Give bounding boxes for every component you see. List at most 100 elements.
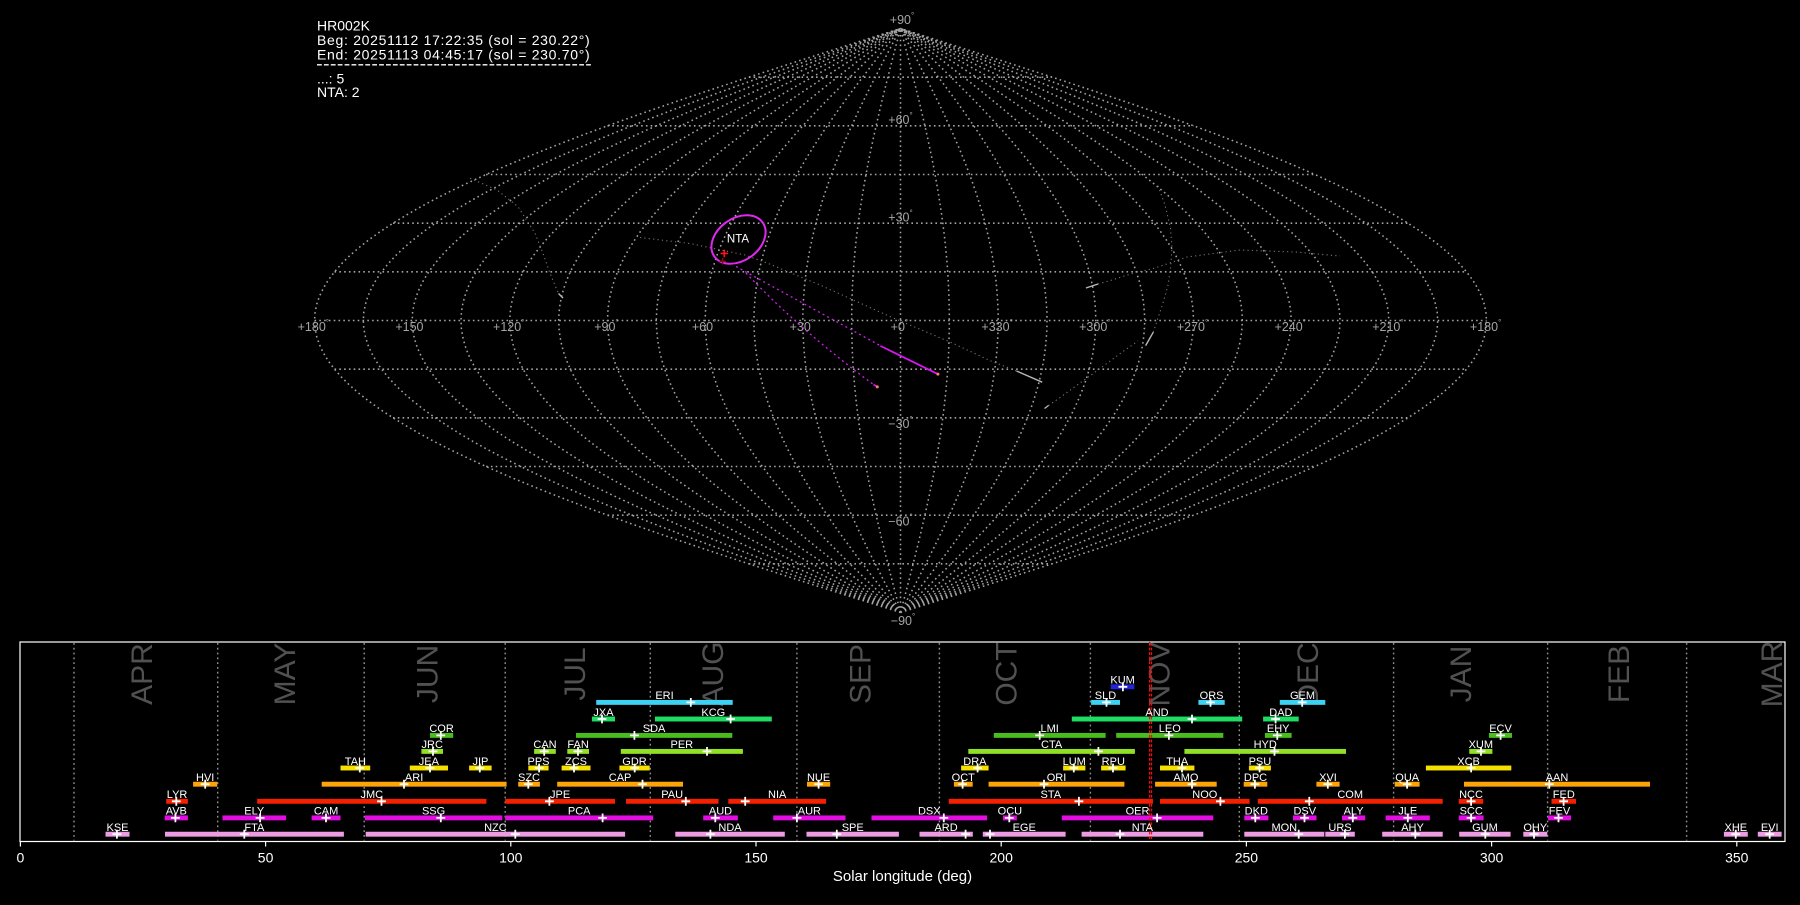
- svg-text:Solar longitude (deg): Solar longitude (deg): [833, 868, 972, 885]
- svg-text:+120°: +120°: [493, 318, 524, 334]
- svg-text:MAR: MAR: [1756, 641, 1789, 708]
- svg-text:GEM: GEM: [1290, 690, 1315, 702]
- svg-text:ZCS: ZCS: [565, 756, 587, 768]
- svg-text:AVB: AVB: [166, 806, 187, 818]
- svg-text:COR: COR: [429, 723, 454, 735]
- svg-text:LEO: LEO: [1159, 723, 1181, 735]
- svg-text:ARD: ARD: [934, 822, 957, 834]
- svg-text:APR: APR: [126, 643, 159, 705]
- svg-text:CAP: CAP: [609, 772, 632, 784]
- svg-text:LUM: LUM: [1063, 756, 1086, 768]
- svg-text:NIA: NIA: [768, 789, 787, 801]
- svg-text:HVI: HVI: [196, 772, 214, 784]
- svg-text:350: 350: [1725, 850, 1749, 866]
- svg-text:PER: PER: [670, 739, 693, 751]
- svg-text:NOV: NOV: [1144, 641, 1177, 706]
- svg-text:CTA: CTA: [1041, 739, 1063, 751]
- svg-text:AAN: AAN: [1546, 772, 1569, 784]
- svg-text:50: 50: [258, 850, 274, 866]
- svg-text:DPC: DPC: [1244, 772, 1267, 784]
- svg-text:OCU: OCU: [998, 806, 1023, 818]
- svg-text:NCC: NCC: [1459, 789, 1483, 801]
- svg-text:+330°: +330°: [981, 318, 1012, 334]
- svg-text:ERI: ERI: [655, 690, 673, 702]
- svg-text:100: 100: [499, 850, 523, 866]
- svg-text:XUM: XUM: [1469, 739, 1493, 751]
- svg-text:ELY: ELY: [244, 806, 265, 818]
- svg-text:+90°: +90°: [890, 11, 914, 27]
- svg-text:−90°: −90°: [891, 612, 915, 628]
- svg-text:LYR: LYR: [167, 789, 188, 801]
- svg-text:ECV: ECV: [1489, 723, 1512, 735]
- svg-text:PCA: PCA: [568, 806, 591, 818]
- svg-text:+60°: +60°: [888, 111, 912, 127]
- svg-text:PPS: PPS: [527, 756, 549, 768]
- svg-text:PAU: PAU: [661, 789, 683, 801]
- svg-text:JIP: JIP: [472, 756, 488, 768]
- svg-text:ORI: ORI: [1047, 772, 1067, 784]
- svg-text:XVI: XVI: [1319, 772, 1337, 784]
- svg-text:ORS: ORS: [1200, 690, 1224, 702]
- svg-text:+300°: +300°: [1079, 318, 1110, 334]
- svg-text:SDA: SDA: [643, 723, 666, 735]
- svg-text:COM: COM: [1337, 789, 1363, 801]
- svg-text:LMI: LMI: [1041, 723, 1059, 735]
- svg-text:XHE: XHE: [1724, 822, 1747, 834]
- svg-text:NDA: NDA: [718, 822, 742, 834]
- svg-text:ARI: ARI: [405, 772, 423, 784]
- svg-text:NUE: NUE: [807, 772, 830, 784]
- svg-text:+270°: +270°: [1177, 318, 1208, 334]
- svg-text:+180°: +180°: [1470, 318, 1501, 334]
- svg-text:AUG: AUG: [697, 641, 730, 706]
- svg-text:NTA: 2: NTA: 2: [317, 84, 360, 100]
- svg-text:AMO: AMO: [1173, 772, 1199, 784]
- svg-text:DAD: DAD: [1269, 707, 1292, 719]
- svg-text:JUN: JUN: [412, 645, 445, 703]
- svg-text:End: 20251113 04:45:17 (sol =: End: 20251113 04:45:17 (sol = 230.70°): [317, 46, 590, 62]
- svg-text:DSX: DSX: [918, 806, 941, 818]
- svg-text:+210°: +210°: [1372, 318, 1403, 334]
- svg-text:FEV: FEV: [1549, 806, 1571, 818]
- svg-text:MON: MON: [1271, 822, 1297, 834]
- svg-text:NOO: NOO: [1192, 789, 1218, 801]
- svg-text:−30°: −30°: [888, 415, 912, 431]
- svg-text:FAN: FAN: [567, 739, 588, 751]
- svg-text:AND: AND: [1145, 707, 1168, 719]
- svg-text:THA: THA: [1166, 756, 1189, 768]
- svg-text:+30°: +30°: [790, 318, 814, 334]
- svg-text:AHY: AHY: [1401, 822, 1424, 834]
- svg-text:SLD: SLD: [1095, 690, 1116, 702]
- svg-text:AUD: AUD: [709, 806, 732, 818]
- svg-text:NTA: NTA: [1132, 822, 1154, 834]
- svg-text:OCT: OCT: [952, 772, 976, 784]
- svg-text:150: 150: [744, 850, 768, 866]
- svg-text:+240°: +240°: [1275, 318, 1306, 334]
- svg-text:FED: FED: [1553, 789, 1575, 801]
- svg-text:KSE: KSE: [106, 822, 128, 834]
- svg-text:JMC: JMC: [360, 789, 383, 801]
- svg-text:KUM: KUM: [1110, 675, 1134, 687]
- svg-text:Beg: 20251112 17:22:35 (sol =: Beg: 20251112 17:22:35 (sol = 230.22°): [317, 32, 590, 48]
- svg-text:+90°: +90°: [594, 318, 618, 334]
- svg-text:0: 0: [17, 850, 25, 866]
- svg-text:NTA: NTA: [727, 234, 749, 246]
- svg-text:200: 200: [990, 850, 1014, 866]
- svg-text:SPE: SPE: [842, 822, 864, 834]
- svg-text:JLE: JLE: [1398, 806, 1417, 818]
- svg-text:PSU: PSU: [1249, 756, 1272, 768]
- svg-text:DKD: DKD: [1245, 806, 1268, 818]
- svg-text:ALY: ALY: [1344, 806, 1365, 818]
- svg-text:SSG: SSG: [422, 806, 445, 818]
- svg-text:SCC: SCC: [1460, 806, 1483, 818]
- svg-text:SEP: SEP: [845, 644, 878, 704]
- svg-text:KCG: KCG: [701, 707, 725, 719]
- svg-text:FEB: FEB: [1603, 645, 1636, 703]
- svg-text:+150°: +150°: [395, 318, 426, 334]
- svg-text:+30°: +30°: [888, 208, 912, 224]
- svg-text:AUR: AUR: [798, 806, 821, 818]
- svg-text:250: 250: [1235, 850, 1259, 866]
- svg-text:TAH: TAH: [345, 756, 366, 768]
- svg-text:JEA: JEA: [419, 756, 440, 768]
- svg-text:EGE: EGE: [1013, 822, 1036, 834]
- svg-text:300: 300: [1480, 850, 1504, 866]
